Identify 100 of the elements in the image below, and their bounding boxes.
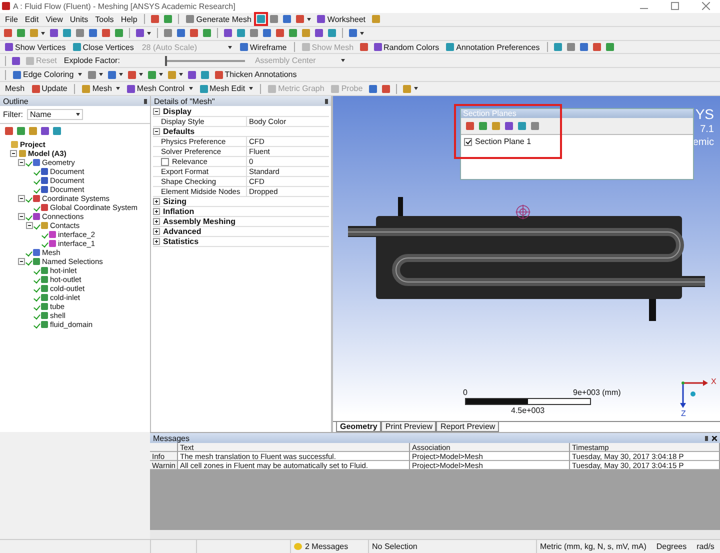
outline-tool-icon[interactable] bbox=[4, 126, 14, 136]
checkbox[interactable] bbox=[161, 158, 169, 166]
toolbar-icon[interactable] bbox=[106, 70, 124, 80]
toolbar-button[interactable]: Edge Coloring bbox=[11, 70, 84, 80]
pin-icon[interactable] bbox=[325, 98, 328, 104]
status-text[interactable]: Metric (mm, kg, N, s, mV, mA) bbox=[540, 542, 646, 552]
window-title: A : Fluid Flow (Fluent) - Meshing [ANSYS Academic Research] bbox=[13, 2, 236, 11]
view-tab[interactable]: Print Preview bbox=[381, 422, 436, 432]
axis-label: Z bbox=[681, 409, 686, 418]
toolbar-button[interactable]: Mesh Control bbox=[124, 84, 194, 94]
tree-node-icon bbox=[33, 159, 40, 166]
outline-tool-icon[interactable] bbox=[16, 126, 26, 136]
group-header[interactable]: Sizing bbox=[163, 197, 187, 206]
outline-tool-icon[interactable] bbox=[52, 126, 62, 136]
expander-icon[interactable] bbox=[18, 195, 25, 202]
menu-item[interactable]: Edit bbox=[22, 14, 41, 24]
window-title: Section Planes bbox=[463, 109, 516, 118]
toolbar-button[interactable]: Update bbox=[30, 84, 70, 94]
expander-icon[interactable] bbox=[153, 228, 160, 236]
horizontal-scrollbar[interactable] bbox=[150, 530, 720, 540]
toolbar-icon[interactable] bbox=[86, 70, 104, 80]
expander-icon[interactable] bbox=[153, 238, 160, 246]
toolbar-icon[interactable] bbox=[11, 56, 21, 66]
toolbar-label: Mesh bbox=[4, 84, 26, 94]
toolbar-icon[interactable] bbox=[29, 28, 46, 38]
group-header[interactable]: Statistics bbox=[163, 237, 199, 246]
group-header[interactable]: Assembly Meshing bbox=[163, 217, 236, 226]
group-header[interactable]: Defaults bbox=[163, 127, 195, 136]
expander-icon[interactable] bbox=[18, 258, 25, 266]
checkbox[interactable] bbox=[464, 138, 472, 146]
toolbar-icon[interactable] bbox=[314, 28, 324, 38]
toolbar-button[interactable]: Show Vertices bbox=[3, 42, 68, 52]
toolbar-label: Explode Factor: bbox=[62, 56, 121, 66]
menu-item[interactable]: View bbox=[44, 14, 65, 24]
toolbar-button[interactable]: Wireframe bbox=[238, 42, 289, 52]
toolbar-icon[interactable] bbox=[126, 70, 144, 80]
toolbar-icon[interactable] bbox=[49, 28, 59, 38]
tree-node-icon bbox=[41, 294, 48, 302]
toolbar-icon[interactable] bbox=[295, 14, 312, 24]
expander-icon[interactable] bbox=[153, 218, 160, 226]
menu-item[interactable]: Help bbox=[118, 14, 140, 24]
menu-item[interactable]: Units bbox=[68, 14, 90, 24]
toolbar-button[interactable]: Thicken Annotations bbox=[212, 70, 299, 80]
group-header[interactable]: Display bbox=[163, 107, 192, 116]
panel-title: Messages bbox=[153, 434, 190, 443]
panel-title: Outline bbox=[3, 96, 28, 106]
tree-node-icon bbox=[11, 141, 18, 148]
toolbar-button[interactable]: Annotation Preferences bbox=[444, 42, 542, 52]
expander-icon[interactable] bbox=[153, 208, 160, 216]
filter-label: Filter: bbox=[3, 110, 23, 120]
tree-node-icon bbox=[41, 285, 48, 292]
expander-icon[interactable] bbox=[18, 213, 25, 220]
close-icon[interactable] bbox=[712, 436, 717, 441]
section-plane-item[interactable]: Section Plane 1 bbox=[475, 137, 532, 146]
toolbar-icon[interactable] bbox=[223, 28, 233, 38]
expander-icon[interactable] bbox=[26, 222, 33, 230]
tree-node-icon bbox=[41, 204, 48, 212]
pin-icon[interactable] bbox=[705, 436, 708, 441]
toolbar-button[interactable]: Mesh bbox=[80, 84, 122, 94]
group-header[interactable]: Inflation bbox=[163, 207, 194, 216]
tree-node-icon bbox=[41, 276, 48, 284]
tree-node-icon bbox=[41, 186, 48, 194]
toolbar-button[interactable]: Mesh Edit bbox=[198, 84, 256, 94]
toolbar-icon[interactable] bbox=[186, 70, 197, 80]
outline-tool-icon[interactable] bbox=[28, 126, 38, 136]
group-header[interactable]: Advanced bbox=[163, 227, 202, 236]
toolbar-icon[interactable] bbox=[402, 84, 419, 94]
maximize-icon[interactable] bbox=[671, 2, 679, 10]
status-text[interactable]: rad/s bbox=[696, 542, 714, 552]
tree-node-icon bbox=[41, 321, 48, 328]
expander-icon[interactable] bbox=[153, 128, 160, 136]
expander-icon[interactable] bbox=[10, 150, 17, 158]
view-tab[interactable]: Report Preview bbox=[436, 422, 500, 432]
toolbar-icon[interactable] bbox=[504, 121, 514, 132]
filter-dropdown[interactable]: Name bbox=[27, 109, 83, 120]
toolbar-icon[interactable] bbox=[135, 28, 152, 38]
menu-item[interactable]: File bbox=[3, 14, 20, 24]
expander-icon[interactable] bbox=[153, 108, 160, 116]
caret-icon bbox=[118, 73, 123, 76]
expander-icon[interactable] bbox=[18, 159, 25, 166]
menu-item[interactable]: Tools bbox=[93, 14, 116, 24]
toolbar-button[interactable]: Random Colors bbox=[372, 42, 442, 52]
caret-icon bbox=[414, 87, 418, 90]
toolbar-icon[interactable] bbox=[166, 70, 184, 80]
tree-node-icon bbox=[41, 312, 48, 320]
toolbar-button[interactable]: Close Vertices bbox=[70, 42, 136, 52]
status-text[interactable]: Degrees bbox=[656, 542, 687, 552]
caret-icon bbox=[147, 32, 151, 35]
toolbar-icon[interactable] bbox=[348, 28, 365, 38]
outline-tool-icon[interactable] bbox=[40, 126, 50, 136]
view-tab[interactable]: Geometry bbox=[336, 422, 382, 432]
status-text[interactable]: 2 Messages bbox=[305, 542, 348, 552]
target-icon bbox=[515, 204, 531, 220]
toolbar-icon[interactable] bbox=[146, 70, 164, 80]
toolbar-button[interactable]: Generate Mesh bbox=[184, 14, 254, 24]
toolbar-button[interactable]: Worksheet bbox=[315, 14, 368, 24]
pin-icon[interactable] bbox=[144, 98, 147, 104]
graphics-viewport[interactable]: YS 7.1 emic Section Planes Section Plane 1 0 9e+003 (mm) 4.5e+003 X Z Geometry Print Preview Report Preview bbox=[333, 96, 720, 432]
expander-icon[interactable] bbox=[153, 198, 160, 206]
caret-icon bbox=[98, 73, 103, 76]
